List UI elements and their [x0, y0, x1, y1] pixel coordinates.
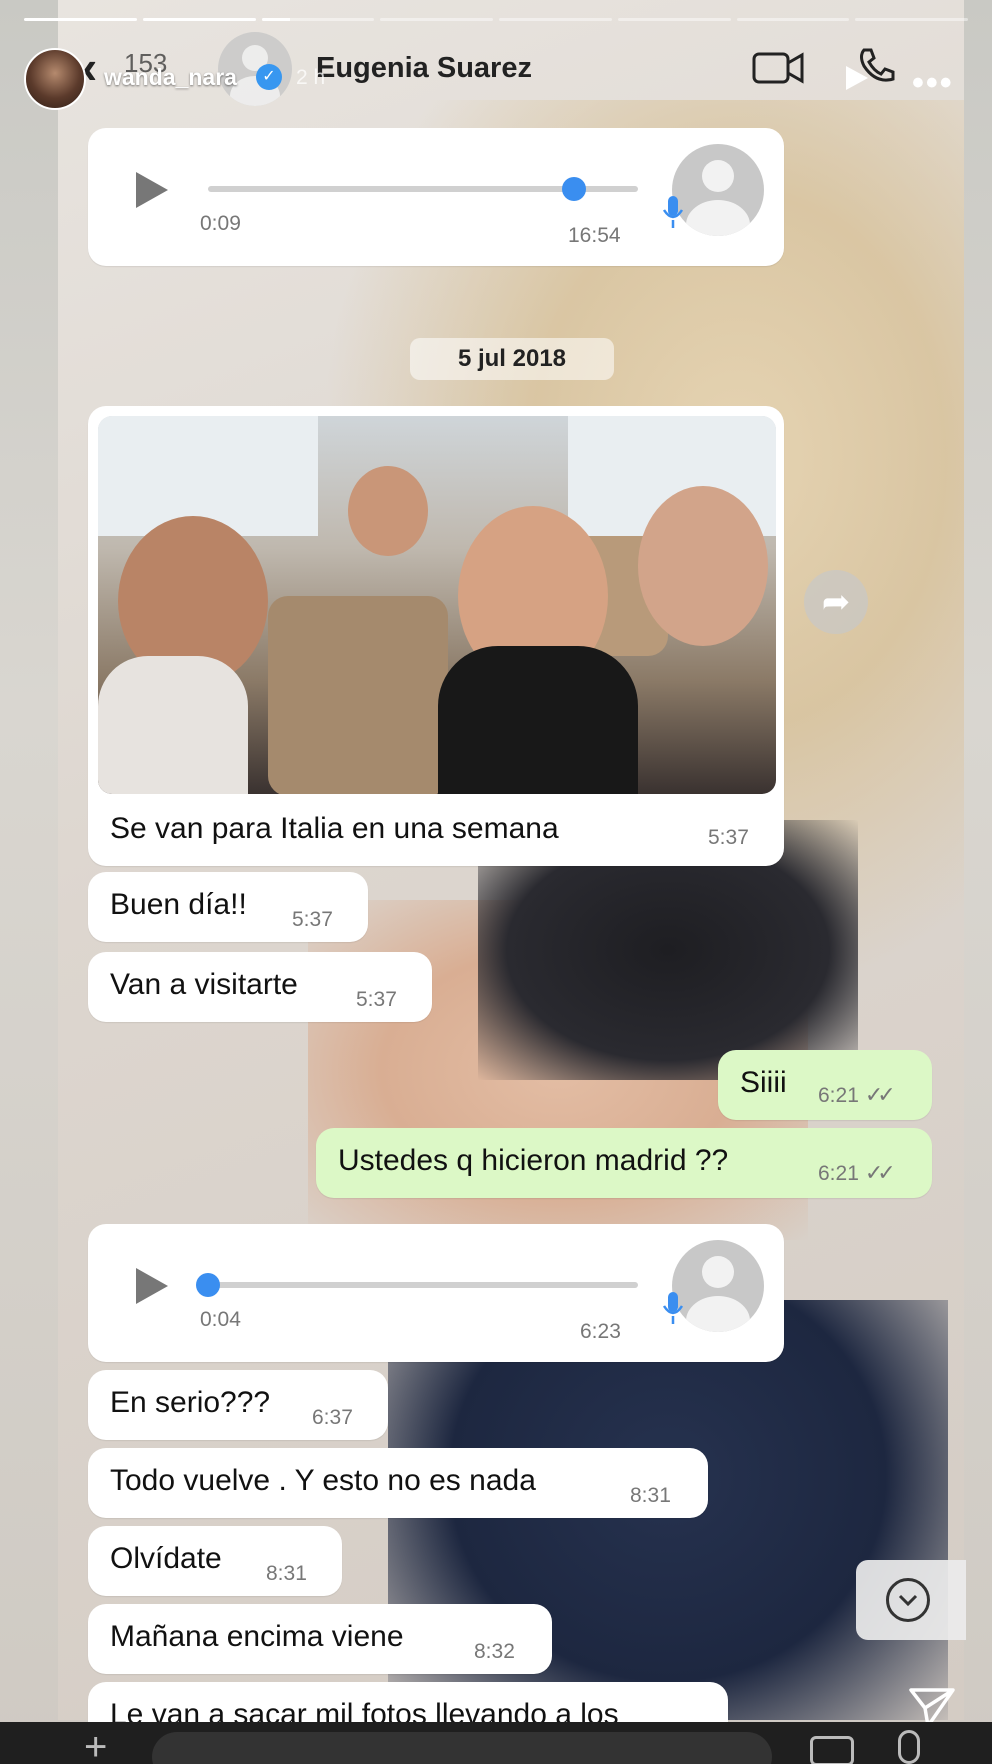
- story-progress-segment: [380, 18, 493, 21]
- play-icon[interactable]: [136, 172, 168, 208]
- incoming-message[interactable]: Van a visitarte 5:37: [88, 952, 432, 1022]
- play-icon[interactable]: [842, 64, 870, 92]
- sender-avatar: [672, 1240, 764, 1332]
- story-username[interactable]: wanda_nara: [104, 64, 237, 91]
- sender-avatar: [672, 144, 764, 236]
- incoming-message[interactable]: Todo vuelve . Y esto no es nada 8:31: [88, 1448, 708, 1518]
- verified-badge-icon: ✓: [256, 64, 282, 90]
- chevron-down-icon: [886, 1578, 930, 1622]
- story-header: wanda_nara ✓ 2 h: [24, 42, 968, 114]
- voice-message[interactable]: 0:09 16:54: [88, 128, 784, 266]
- message-text: Todo vuelve . Y esto no es nada: [110, 1464, 536, 1497]
- read-receipt-icon: ✓✓: [864, 1082, 896, 1107]
- audio-duration: 0:04: [200, 1308, 241, 1331]
- message-time: 16:54: [568, 224, 621, 247]
- outgoing-message[interactable]: Ustedes q hicieron madrid ?? 6:21 ✓✓: [316, 1128, 932, 1198]
- message-time: 6:23: [580, 1320, 621, 1343]
- plus-icon[interactable]: +: [84, 1727, 107, 1764]
- message-time: 6:21 ✓✓: [818, 1160, 896, 1186]
- instagram-story: ‹ 153 Eugenia Suarez wanda_nara ✓ 2 h ••…: [0, 0, 992, 1764]
- incoming-message[interactable]: En serio??? 6:37: [88, 1370, 388, 1440]
- incoming-message[interactable]: Olvídate 8:31: [88, 1526, 342, 1596]
- forward-icon[interactable]: ➦: [804, 570, 868, 634]
- message-text: Mañana encima viene: [110, 1620, 404, 1653]
- play-icon[interactable]: [136, 1268, 168, 1304]
- story-progress-segment: [499, 18, 612, 21]
- message-input[interactable]: [152, 1732, 772, 1764]
- message-time-value: 6:21: [818, 1162, 859, 1185]
- message-text: Van a visitarte: [110, 968, 298, 1001]
- message-text: Le van a sacar mil fotos llevando a los: [110, 1698, 619, 1722]
- scroll-down-button[interactable]: [856, 1560, 966, 1640]
- microphone-icon: [662, 196, 684, 228]
- story-time-ago: 2 h: [296, 66, 326, 89]
- story-progress-bar: [24, 18, 968, 22]
- message-time: 5:37: [292, 908, 333, 931]
- outgoing-message[interactable]: Siiii 6:21 ✓✓: [718, 1050, 932, 1120]
- message-time: 6:21 ✓✓: [818, 1082, 896, 1108]
- message-text: Buen día!!: [110, 888, 247, 921]
- message-text: Olvídate: [110, 1542, 222, 1575]
- message-text: Siiii: [740, 1066, 787, 1099]
- incoming-message[interactable]: Mañana encima viene 8:32: [88, 1604, 552, 1674]
- story-user-avatar[interactable]: [24, 48, 86, 110]
- story-progress-segment: [261, 18, 375, 21]
- photo-caption: Se van para Italia en una semana: [110, 812, 559, 845]
- camera-icon[interactable]: [810, 1736, 854, 1764]
- message-time: 8:31: [630, 1484, 671, 1507]
- story-progress-segment: [24, 18, 137, 21]
- story-progress-segment: [142, 18, 256, 21]
- audio-duration: 0:09: [200, 212, 241, 235]
- microphone-icon[interactable]: [898, 1730, 920, 1764]
- incoming-message[interactable]: Le van a sacar mil fotos llevando a los: [88, 1682, 728, 1722]
- story-progress-segment: [855, 18, 968, 21]
- read-receipt-icon: ✓✓: [864, 1160, 896, 1185]
- audio-progress-track[interactable]: [208, 1282, 638, 1288]
- message-time: 8:31: [266, 1562, 307, 1585]
- microphone-icon: [662, 1292, 684, 1324]
- message-time: 5:37: [708, 826, 749, 849]
- message-text: En serio???: [110, 1386, 271, 1419]
- chat-photo[interactable]: [98, 416, 776, 794]
- date-separator: 5 jul 2018: [410, 338, 614, 380]
- story-progress-segment: [736, 18, 850, 21]
- audio-progress-knob[interactable]: [561, 177, 586, 201]
- incoming-message[interactable]: Buen día!! 5:37: [88, 872, 368, 942]
- audio-progress-knob[interactable]: [196, 1273, 220, 1297]
- message-time: 6:37: [312, 1406, 353, 1429]
- story-progress-segment: [617, 18, 731, 21]
- more-options-icon[interactable]: •••: [912, 64, 954, 103]
- voice-message[interactable]: 0:04 6:23: [88, 1224, 784, 1362]
- chat-input-bar: +: [0, 1722, 992, 1764]
- message-time: 8:32: [474, 1640, 515, 1663]
- message-text: Ustedes q hicieron madrid ??: [338, 1144, 729, 1177]
- message-time: 5:37: [356, 988, 397, 1011]
- message-time-value: 6:21: [818, 1084, 859, 1107]
